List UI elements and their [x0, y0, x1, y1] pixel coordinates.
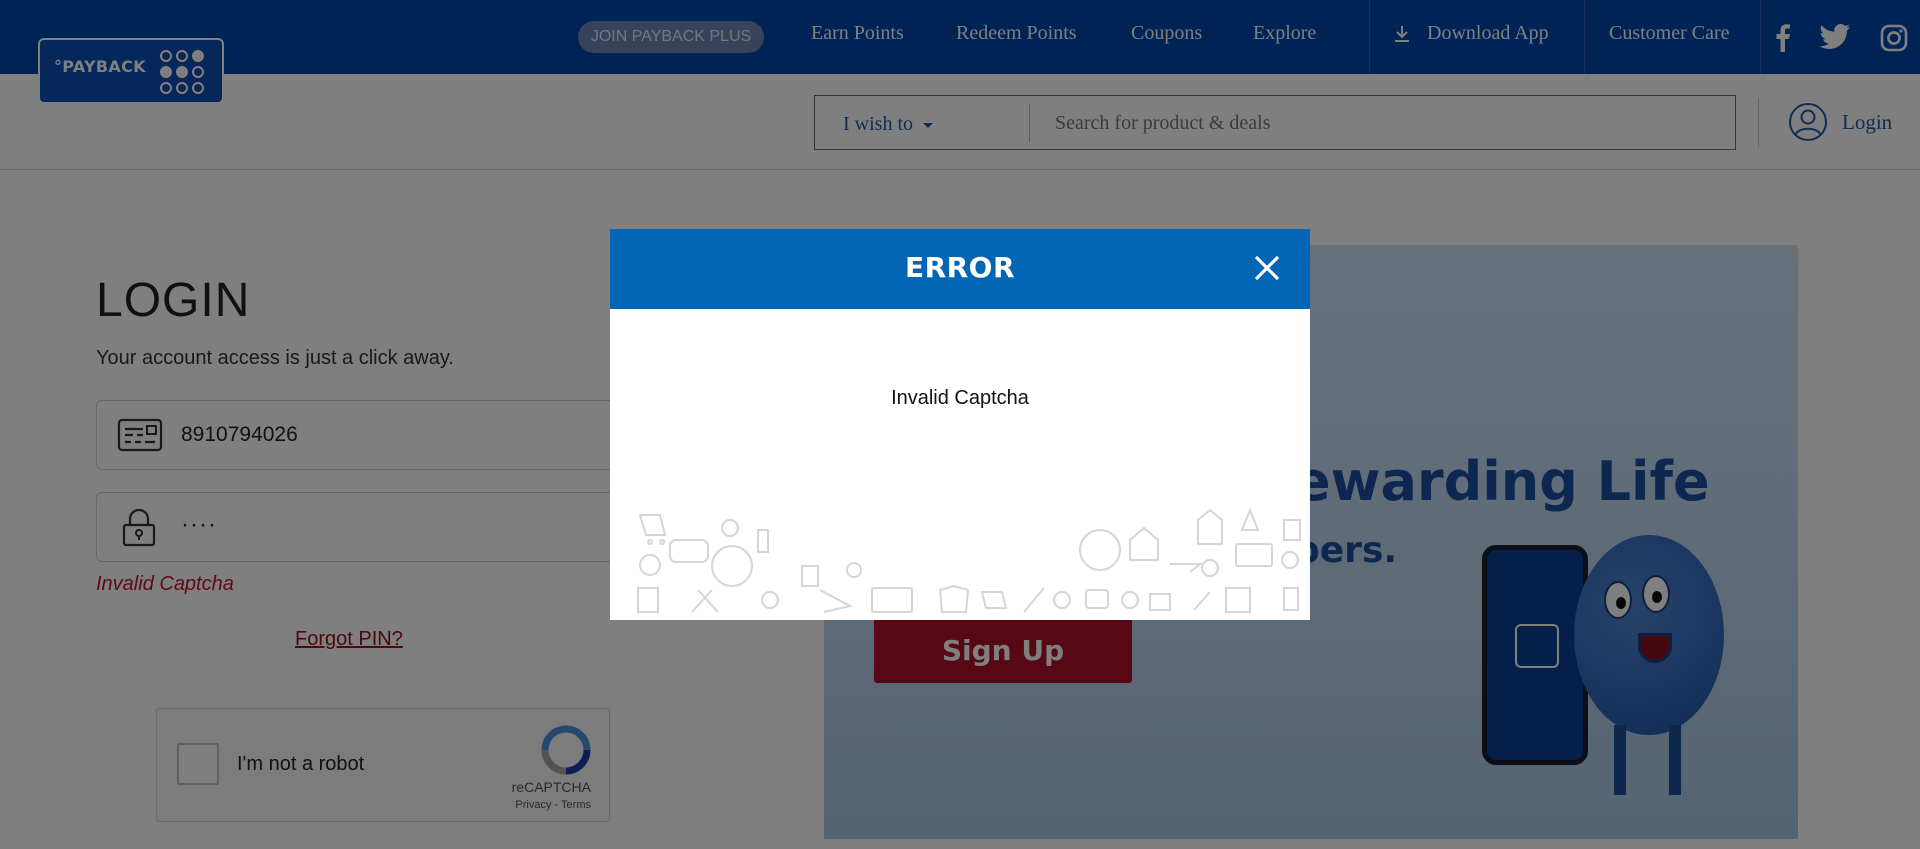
error-dialog-title: ERROR [904, 251, 1016, 284]
error-dialog-message: Invalid Captcha [891, 387, 1029, 409]
shopping-doodle-pattern [637, 507, 1301, 613]
error-dialog-header: ERROR [610, 229, 1310, 309]
close-icon[interactable] [1250, 251, 1284, 285]
error-dialog: ERROR Invalid Captcha [610, 229, 1310, 620]
